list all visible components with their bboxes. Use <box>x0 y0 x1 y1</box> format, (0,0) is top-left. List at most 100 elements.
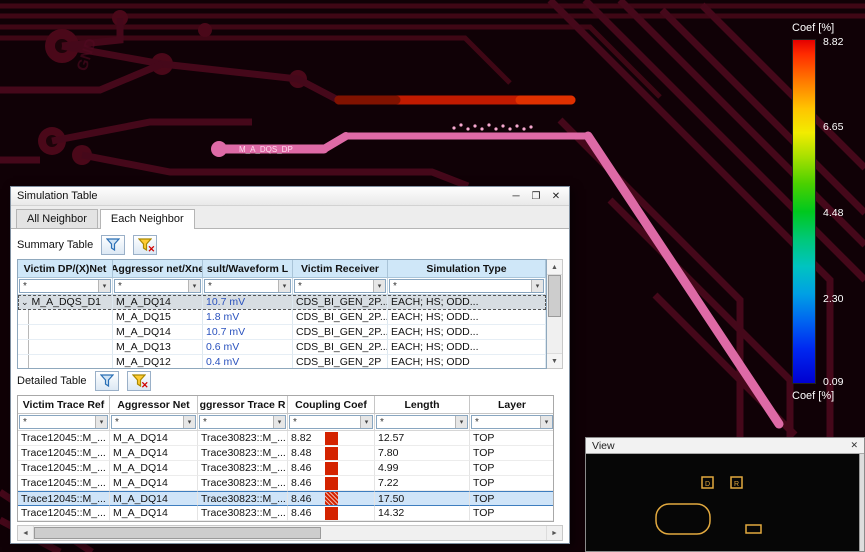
summary-table-row[interactable]: M_A_DQ13 0.6 mV CDS_BI_GEN_2P... EACH; H… <box>18 340 546 355</box>
column-header[interactable]: Coupling Coef <box>288 396 375 414</box>
summary-filter-button[interactable] <box>101 234 126 255</box>
expand-caret-icon[interactable]: ⌄ <box>21 297 29 308</box>
filter-value: * <box>115 416 119 428</box>
maximize-button[interactable]: ❐ <box>529 191 543 202</box>
table-cell-result-link[interactable]: 10.7 mV <box>203 295 293 310</box>
table-cell-result-link[interactable]: 0.6 mV <box>203 340 293 355</box>
table-cell-result-link[interactable]: 0.4 mV <box>203 355 293 368</box>
chevron-down-icon[interactable]: ▾ <box>531 280 543 292</box>
detailed-clear-filter-button[interactable]: ✕ <box>126 370 151 391</box>
column-header[interactable]: Layer <box>470 396 553 414</box>
filter-value: * <box>23 416 27 428</box>
detailed-table-row[interactable]: Trace12045::M_... M_A_DQ14 Trace30823::M… <box>18 431 553 446</box>
legend-footer: Coef [%] <box>792 390 835 402</box>
chevron-down-icon[interactable]: ▾ <box>95 416 107 428</box>
column-header[interactable]: Simulation Type <box>388 260 546 278</box>
summary-clear-filter-button[interactable]: ✕ <box>133 234 158 255</box>
column-header[interactable]: Victim Trace Ref <box>18 396 110 414</box>
column-header[interactable]: sult/Waveform L <box>203 260 293 278</box>
chevron-down-icon[interactable]: ▾ <box>373 280 385 292</box>
scrollbar-track[interactable] <box>34 526 546 540</box>
table-cell-coef: 8.46 <box>288 461 375 476</box>
summary-table-row[interactable]: M_A_DQ14 10.7 mV CDS_BI_GEN_2P... EACH; … <box>18 325 546 340</box>
chevron-down-icon[interactable]: ▾ <box>273 416 285 428</box>
filter-combo[interactable]: * ▾ <box>114 279 201 293</box>
table-cell <box>18 340 113 355</box>
filter-combo[interactable]: * ▾ <box>19 415 108 429</box>
detailed-filter-row: * ▾ * ▾ * ▾ * ▾ * ▾ * ▾ <box>18 414 553 431</box>
column-header[interactable]: Aggressor net/Xne <box>113 260 203 278</box>
filter-combo[interactable]: * ▾ <box>294 279 386 293</box>
filter-value: * <box>208 280 212 292</box>
summary-vertical-scrollbar[interactable]: ▲ ▼ <box>547 259 563 369</box>
table-cell-coef: 8.46 <box>288 506 375 521</box>
chevron-down-icon[interactable]: ▾ <box>183 416 195 428</box>
chevron-down-icon[interactable]: ▾ <box>360 416 372 428</box>
coef-value: 8.46 <box>291 462 312 474</box>
column-header[interactable]: ggressor Trace R <box>198 396 288 414</box>
table-cell: EACH; HS; ODD... <box>388 295 546 310</box>
minimize-button[interactable]: ─ <box>509 191 523 202</box>
horizontal-scrollbar[interactable]: ◄ ► <box>17 525 563 541</box>
summary-table-label: Summary Table <box>17 238 94 251</box>
filter-combo[interactable]: * ▾ <box>471 415 553 429</box>
scrollbar-thumb[interactable] <box>34 527 321 539</box>
tree-guide-line <box>28 325 29 339</box>
summary-table-row[interactable]: ⌄ M_A_DQS_D1 M_A_DQ14 10.7 mV CDS_BI_GEN_… <box>18 295 546 310</box>
detailed-table-row-selected[interactable]: Trace12045::M_... M_A_DQ14 Trace30823::M… <box>18 491 553 506</box>
detailed-table-row[interactable]: Trace12045::M_... M_A_DQ14 Trace30823::M… <box>18 506 553 521</box>
view-scrollbar[interactable] <box>859 454 864 551</box>
table-cell: CDS_BI_GEN_2P <box>293 355 388 368</box>
close-icon[interactable]: ✕ <box>850 440 858 451</box>
tab-each-neighbor[interactable]: Each Neighbor <box>99 209 195 229</box>
chevron-down-icon[interactable]: ▾ <box>455 416 467 428</box>
window-titlebar[interactable]: Simulation Table ─ ❐ ✕ <box>11 187 569 206</box>
column-header[interactable]: Aggressor Net <box>110 396 198 414</box>
filter-combo[interactable]: * ▾ <box>204 279 291 293</box>
detailed-table-row[interactable]: Trace12045::M_... M_A_DQ14 Trace30823::M… <box>18 446 553 461</box>
filter-combo[interactable]: * ▾ <box>289 415 373 429</box>
filter-combo[interactable]: * ▾ <box>19 279 111 293</box>
table-cell-result-link[interactable]: 1.8 mV <box>203 310 293 325</box>
scroll-down-icon[interactable]: ▼ <box>547 353 562 368</box>
filter-combo[interactable]: * ▾ <box>389 279 544 293</box>
summary-table-row[interactable]: M_A_DQ12 0.4 mV CDS_BI_GEN_2P EACH; HS; … <box>18 355 546 368</box>
table-cell-coef: 8.46 <box>288 476 375 491</box>
close-button[interactable]: ✕ <box>549 191 563 202</box>
detailed-table-row[interactable]: Trace12045::M_... M_A_DQ14 Trace30823::M… <box>18 461 553 476</box>
scroll-up-icon[interactable]: ▲ <box>547 260 562 275</box>
chevron-down-icon[interactable]: ▾ <box>278 280 290 292</box>
table-cell-result-link[interactable]: 10.7 mV <box>203 325 293 340</box>
coupling-coef-bar <box>325 431 338 445</box>
scroll-right-icon[interactable]: ► <box>546 526 562 540</box>
view-panel-title: View <box>592 439 615 452</box>
detailed-filter-button[interactable] <box>94 370 119 391</box>
table-cell: M_A_DQ15 <box>113 310 203 325</box>
simulation-table-window: Simulation Table ─ ❐ ✕ All Neighbor Each… <box>10 186 570 544</box>
view-panel-header[interactable]: View ✕ <box>586 438 864 454</box>
table-cell-coef: 8.48 <box>288 446 375 461</box>
chevron-down-icon[interactable]: ▾ <box>540 416 552 428</box>
filter-combo[interactable]: * ▾ <box>376 415 468 429</box>
scrollbar-track[interactable] <box>547 275 562 353</box>
table-cell: Trace30823::M_... <box>198 491 288 506</box>
tab-all-neighbor[interactable]: All Neighbor <box>16 209 98 228</box>
scrollbar-thumb[interactable] <box>548 275 561 317</box>
coef-value: 8.46 <box>291 492 312 505</box>
column-header[interactable]: Length <box>375 396 470 414</box>
column-header[interactable]: Victim DP/(X)Net <box>18 260 113 278</box>
column-header[interactable]: Victim Receiver <box>293 260 388 278</box>
summary-table: Victim DP/(X)Net Aggressor net/Xne sult/… <box>17 259 563 369</box>
summary-table-row[interactable]: M_A_DQ15 1.8 mV CDS_BI_GEN_2P... EACH; H… <box>18 310 546 325</box>
filter-combo[interactable]: * ▾ <box>111 415 196 429</box>
scroll-left-icon[interactable]: ◄ <box>18 526 34 540</box>
chevron-down-icon[interactable]: ▾ <box>98 280 110 292</box>
view-panel-canvas[interactable]: D R <box>586 454 864 551</box>
chevron-down-icon[interactable]: ▾ <box>188 280 200 292</box>
coef-value: 8.48 <box>291 447 312 459</box>
detailed-table-row[interactable]: Trace12045::M_... M_A_DQ14 Trace30823::M… <box>18 476 553 491</box>
coef-value: 8.46 <box>291 477 312 489</box>
filter-combo[interactable]: * ▾ <box>199 415 286 429</box>
table-cell: M_A_DQ14 <box>110 446 198 461</box>
table-cell-coef: 8.82 <box>288 431 375 446</box>
